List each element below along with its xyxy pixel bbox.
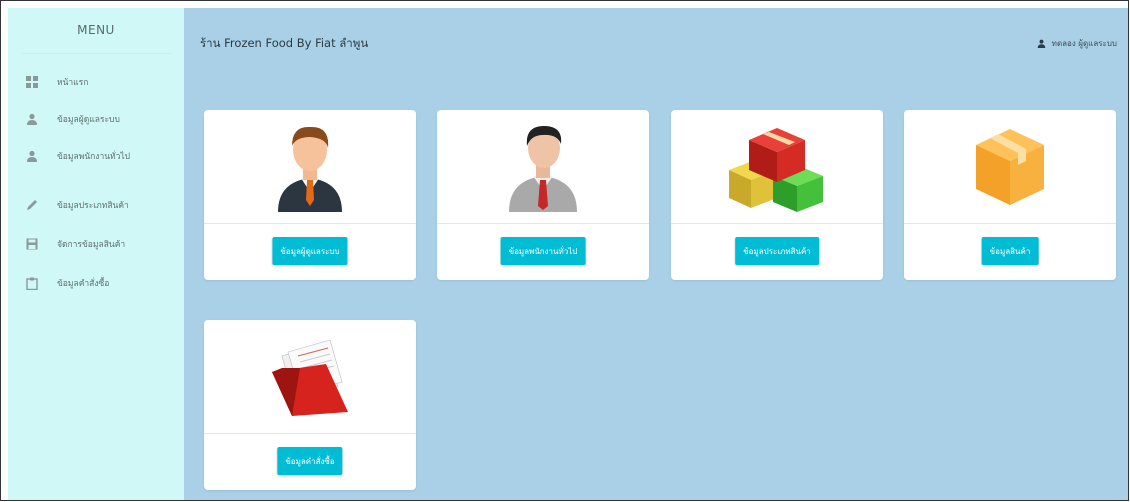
sidebar-item-label: ข้อมูลผู้ดูแลระบบ (57, 115, 120, 125)
product-type-button[interactable]: ข้อมูลประเภทสินค้า (735, 237, 819, 265)
card-divider (204, 433, 416, 434)
dashboard-icon (25, 75, 39, 89)
card-admin: ข้อมูลผู้ดูแลระบบ (204, 110, 416, 280)
sidebar-item-label: ข้อมูลพนักงานทั่วไป (57, 152, 131, 162)
card-divider (204, 223, 416, 224)
sidebar-item-label: หน้าแรก (57, 78, 89, 88)
sidebar-item-home[interactable]: หน้าแรก (25, 72, 180, 92)
red-folder-image (204, 320, 416, 432)
sidebar-item-label: ข้อมูลคำสั่งซื้อ (57, 279, 110, 289)
boxes-image (671, 110, 883, 222)
main-content: ร้าน Frozen Food By Fiat ลำพูน ทดลอง ผู้… (184, 8, 1128, 500)
sidebar: MENU หน้าแรก ข้อมูลผู้ดูแลระบบ ข้อมูลพนั… (8, 8, 184, 500)
pencil-icon (25, 198, 39, 212)
user-icon (25, 112, 39, 126)
card-divider (671, 223, 883, 224)
sidebar-item-product-type[interactable]: ข้อมูลประเภทสินค้า (25, 195, 180, 215)
user-icon (25, 149, 39, 163)
sidebar-item-manage-products[interactable]: จัดการข้อมูลสินค้า (25, 234, 180, 254)
app-frame: MENU หน้าแรก ข้อมูลผู้ดูแลระบบ ข้อมูลพนั… (0, 0, 1129, 501)
user-name: ทดลอง ผู้ดูแลระบบ (1051, 39, 1117, 48)
admin-info-button[interactable]: ข้อมูลผู้ดูแลระบบ (272, 237, 348, 265)
sidebar-item-admin-info[interactable]: ข้อมูลผู้ดูแลระบบ (25, 109, 180, 129)
card-product-type: ข้อมูลประเภทสินค้า (671, 110, 883, 280)
user-icon (1037, 39, 1046, 48)
admin-avatar-image (204, 110, 416, 222)
product-info-button[interactable]: ข้อมูลสินค้า (981, 237, 1039, 265)
menu-divider (22, 53, 172, 54)
card-divider (437, 223, 649, 224)
menu-title: MENU (77, 23, 115, 37)
employee-info-button[interactable]: ข้อมูลพนักงานทั่วไป (500, 237, 586, 265)
save-icon (25, 237, 39, 251)
card-orders: ข้อมูลคำสั่งซื้อ (204, 320, 416, 490)
sidebar-item-label: จัดการข้อมูลสินค้า (57, 240, 126, 250)
card-divider (904, 223, 1116, 224)
card-employee: ข้อมูลพนักงานทั่วไป (437, 110, 649, 280)
user-menu[interactable]: ทดลอง ผู้ดูแลระบบ (1037, 37, 1117, 50)
employee-avatar-image (437, 110, 649, 222)
clipboard-icon (25, 276, 39, 290)
orders-button[interactable]: ข้อมูลคำสั่งซื้อ (277, 447, 343, 475)
sidebar-item-label: ข้อมูลประเภทสินค้า (57, 201, 129, 211)
sidebar-item-employee-info[interactable]: ข้อมูลพนักงานทั่วไป (25, 146, 180, 166)
sidebar-item-orders[interactable]: ข้อมูลคำสั่งซื้อ (25, 273, 180, 293)
box-image (904, 110, 1116, 222)
page-title: ร้าน Frozen Food By Fiat ลำพูน (200, 36, 369, 50)
card-products: ข้อมูลสินค้า (904, 110, 1116, 280)
